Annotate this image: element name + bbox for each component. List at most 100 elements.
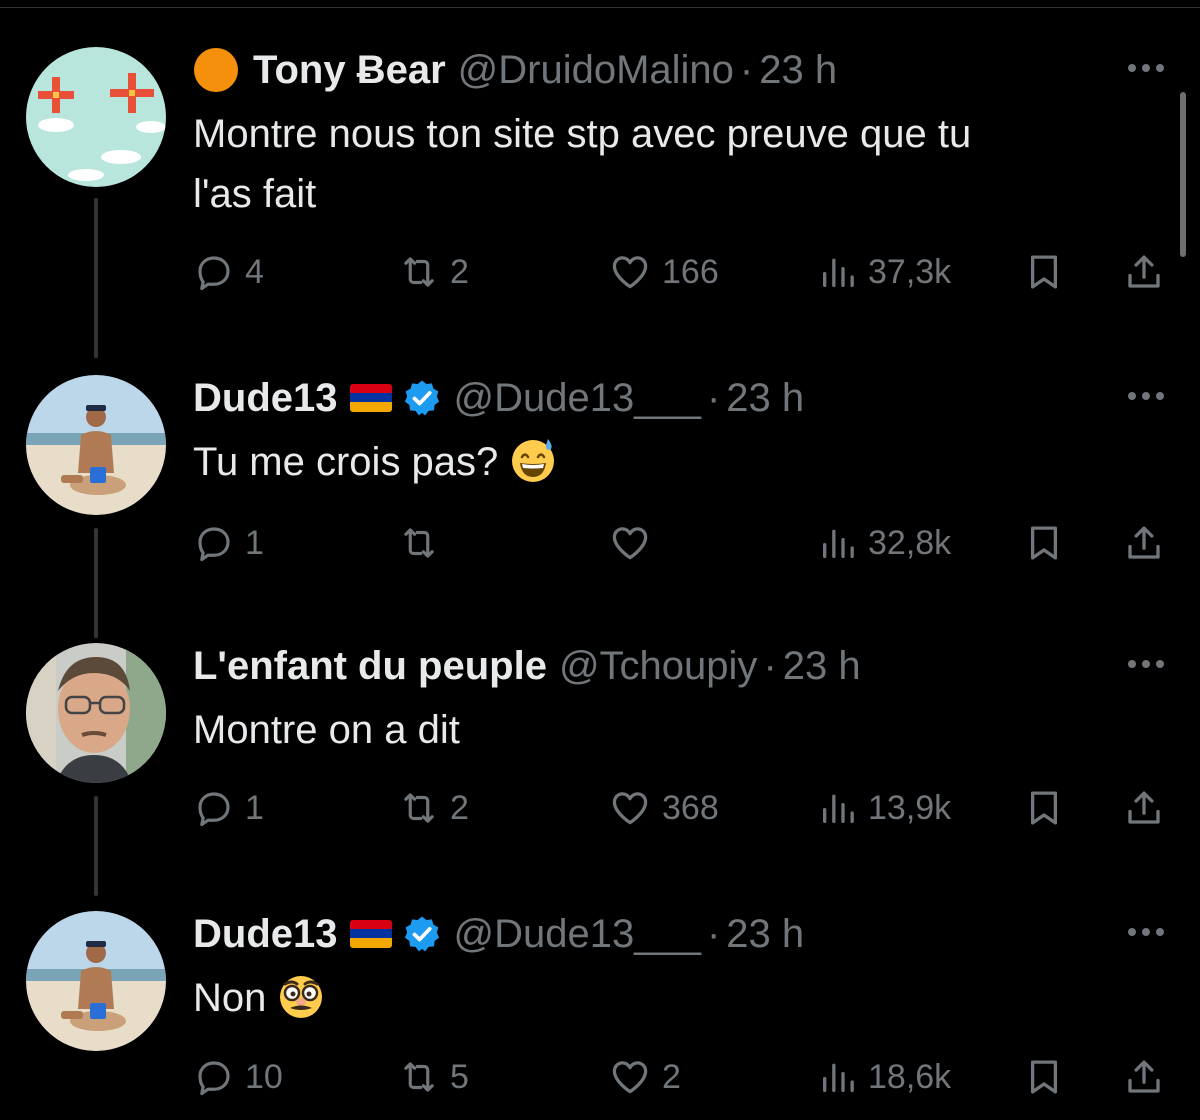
- user-handle[interactable]: @Tchoupiy: [559, 644, 757, 689]
- retweet-icon: [404, 1062, 434, 1092]
- armenia-flag-icon: [349, 920, 392, 948]
- verified-badge-icon[interactable]: [402, 378, 442, 418]
- like-button[interactable]: [608, 518, 662, 568]
- analytics-icon: [823, 1063, 854, 1092]
- tweet-text-content: Non: [193, 976, 267, 1020]
- action-bar: 4 2 166 37,3k: [193, 247, 1173, 297]
- analytics-icon: [823, 258, 854, 287]
- retweet-button[interactable]: 2: [398, 247, 469, 297]
- avatar[interactable]: [26, 911, 166, 1051]
- tweet-text-line: Non: [193, 968, 1153, 1028]
- disguised-face-emoji: [280, 976, 323, 1018]
- tweet-text: Montre on a dit: [193, 700, 1153, 760]
- more-options-icon[interactable]: [1126, 654, 1166, 674]
- reply-count: 1: [245, 523, 264, 562]
- share-button[interactable]: [1123, 783, 1165, 833]
- verified-badge-icon[interactable]: [402, 914, 442, 954]
- tweet[interactable]: Dude13 @Dude13___ · 23 h Tu me crois pas…: [0, 368, 1200, 638]
- share-button[interactable]: [1123, 247, 1165, 297]
- timestamp[interactable]: 23 h: [759, 48, 837, 93]
- tweet-text: Non: [193, 968, 1153, 1028]
- analytics-icon: [823, 529, 854, 558]
- tweet-text: Tu me crois pas?: [193, 432, 1153, 492]
- view-count: 18,6k: [868, 1057, 952, 1096]
- like-count: 166: [662, 252, 719, 291]
- tweet-text-line: Montre nous ton site stp avec preuve que…: [193, 112, 972, 156]
- bookmark-button[interactable]: [1023, 247, 1065, 297]
- bookmark-icon: [1030, 255, 1058, 289]
- share-button[interactable]: [1123, 1052, 1165, 1102]
- retweet-button[interactable]: 5: [398, 1052, 469, 1102]
- like-button[interactable]: 368: [608, 783, 719, 833]
- reply-button[interactable]: 4: [193, 247, 264, 297]
- bookmark-button[interactable]: [1023, 1052, 1065, 1102]
- reply-icon: [198, 527, 230, 562]
- reply-icon: [198, 792, 230, 827]
- timestamp[interactable]: 23 h: [783, 644, 861, 689]
- retweet-button[interactable]: 2: [398, 783, 469, 833]
- separator-dot: ·: [763, 643, 777, 688]
- view-count: 13,9k: [868, 788, 952, 827]
- thread-line: [94, 528, 98, 638]
- like-button[interactable]: 2: [608, 1052, 681, 1102]
- display-name[interactable]: Tony Ƀear: [253, 48, 446, 93]
- share-icon: [1128, 526, 1160, 559]
- views-button[interactable]: 32,8k: [818, 518, 951, 568]
- tweet[interactable]: L'enfant du peuple @Tchoupiy · 23 h Mont…: [0, 636, 1200, 896]
- tweet[interactable]: Tony Ƀear @DruidoMalino · 23 h Montre no…: [0, 40, 1200, 358]
- grinning-sweat-emoji: [512, 439, 555, 482]
- bookmark-icon: [1030, 791, 1058, 825]
- orange-circle-emoji: [194, 48, 238, 92]
- retweet-count: 2: [450, 788, 469, 827]
- reply-icon: [198, 1061, 230, 1096]
- analytics-icon: [823, 794, 854, 823]
- avatar[interactable]: [26, 375, 166, 515]
- views-button[interactable]: 18,6k: [818, 1052, 951, 1102]
- thread-line: [94, 796, 98, 896]
- bookmark-button[interactable]: [1023, 783, 1065, 833]
- reply-count: 10: [245, 1057, 283, 1096]
- more-options-icon[interactable]: [1126, 922, 1166, 942]
- heart-icon: [612, 792, 648, 825]
- bookmark-button[interactable]: [1023, 518, 1065, 568]
- tweet-text-line: l'as fait: [193, 172, 317, 216]
- retweet-count: 2: [450, 252, 469, 291]
- retweet-icon: [404, 257, 434, 287]
- retweet-button[interactable]: [398, 518, 450, 568]
- more-options-icon[interactable]: [1126, 58, 1166, 78]
- heart-icon: [612, 256, 648, 289]
- heart-icon: [612, 1061, 648, 1094]
- share-button[interactable]: [1123, 518, 1165, 568]
- share-icon: [1128, 1060, 1160, 1093]
- avatar[interactable]: [26, 643, 166, 783]
- armenia-flag-icon: [349, 384, 392, 412]
- tweet-header: Tony Ƀear @DruidoMalino · 23 h: [193, 40, 837, 100]
- user-handle[interactable]: @Dude13___: [454, 912, 701, 957]
- reply-button[interactable]: 1: [193, 783, 264, 833]
- reply-button[interactable]: 10: [193, 1052, 283, 1102]
- bookmark-icon: [1030, 1060, 1058, 1094]
- bookmark-icon: [1030, 526, 1058, 560]
- display-name[interactable]: Dude13: [193, 376, 338, 421]
- separator-dot: ·: [706, 375, 721, 420]
- avatar[interactable]: [26, 47, 166, 187]
- timestamp[interactable]: 23 h: [726, 376, 804, 421]
- share-icon: [1128, 791, 1160, 824]
- reply-count: 4: [245, 252, 264, 291]
- views-button[interactable]: 13,9k: [818, 783, 951, 833]
- like-count: 2: [662, 1057, 681, 1096]
- action-bar: 10 5 2 18,6k: [193, 1052, 1173, 1102]
- display-name[interactable]: Dude13: [193, 912, 338, 957]
- display-name[interactable]: L'enfant du peuple: [193, 644, 547, 689]
- timestamp[interactable]: 23 h: [726, 912, 804, 957]
- retweet-icon: [404, 793, 434, 823]
- like-button[interactable]: 166: [608, 247, 719, 297]
- user-handle[interactable]: @Dude13___: [454, 376, 701, 421]
- reply-button[interactable]: 1: [193, 518, 264, 568]
- tweet[interactable]: Dude13 @Dude13___ · 23 h Non 10 5 2 18,6…: [0, 904, 1200, 1114]
- separator-dot: ·: [739, 47, 754, 92]
- user-handle[interactable]: @DruidoMalino: [458, 48, 734, 93]
- views-button[interactable]: 37,3k: [818, 247, 951, 297]
- tweet-header: Dude13 @Dude13___ · 23 h: [193, 904, 804, 964]
- more-options-icon[interactable]: [1126, 386, 1166, 406]
